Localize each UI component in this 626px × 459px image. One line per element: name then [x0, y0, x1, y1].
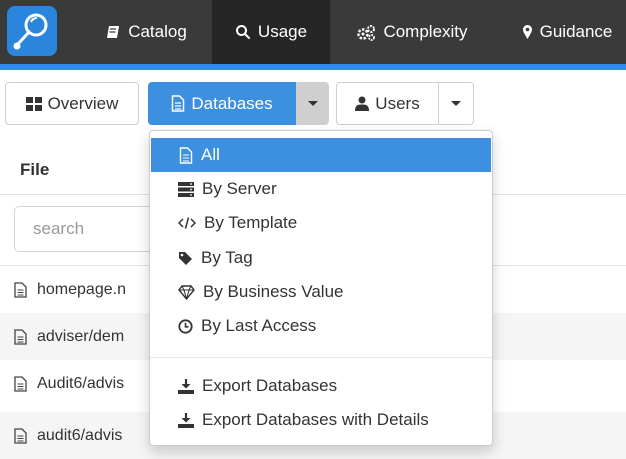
- menu-item-label: By Tag: [201, 248, 253, 267]
- databases-button[interactable]: Databases: [148, 82, 296, 125]
- menu-item-label: Export Databases: [202, 376, 338, 395]
- file-icon: [14, 328, 27, 345]
- navbar-accent-strip: [0, 64, 626, 70]
- nav-complexity[interactable]: Complexity: [336, 0, 488, 64]
- app-logo[interactable]: [7, 6, 57, 56]
- overview-button[interactable]: Overview: [5, 82, 139, 125]
- nav-catalog-label: Catalog: [128, 22, 187, 41]
- file-icon: [14, 375, 27, 392]
- download-icon: [178, 412, 194, 428]
- nav-guidance-label: Guidance: [539, 22, 613, 41]
- file-icon: [14, 427, 27, 444]
- menu-item-export-databases-with-details[interactable]: Export Databases with Details: [150, 403, 492, 437]
- menu-divider: [150, 357, 492, 358]
- search-icon: [235, 25, 250, 39]
- search-magnifier-logo-icon: [13, 13, 48, 50]
- nav-usage-label: Usage: [257, 22, 308, 41]
- databases-button-label: Databases: [191, 93, 273, 113]
- menu-item-label: By Template: [204, 213, 298, 232]
- file-icon: [179, 146, 193, 164]
- users-button-label: Users: [375, 93, 420, 113]
- menu-item-by-server[interactable]: By Server: [150, 172, 492, 206]
- menu-item-by-business-value[interactable]: By Business Value: [150, 275, 492, 309]
- menu-item-export-databases[interactable]: Export Databases: [150, 369, 492, 403]
- menu-item-all[interactable]: All: [151, 138, 491, 172]
- download-icon: [178, 378, 194, 394]
- tag-icon: [179, 251, 192, 265]
- databases-dropdown-toggle[interactable]: [296, 82, 329, 125]
- map-marker-icon: [522, 25, 532, 39]
- cogs-icon: [357, 24, 376, 41]
- menu-item-by-tag[interactable]: By Tag: [150, 241, 492, 275]
- nav-catalog[interactable]: Catalog: [86, 0, 206, 64]
- overview-button-label: Overview: [47, 93, 119, 113]
- users-button[interactable]: Users: [336, 82, 439, 125]
- menu-item-by-template[interactable]: By Template: [150, 206, 492, 240]
- grid-icon: [25, 96, 42, 111]
- nav-guidance[interactable]: Guidance: [508, 0, 626, 64]
- server-icon: [178, 181, 194, 197]
- users-dropdown-toggle[interactable]: [438, 82, 474, 125]
- nav-complexity-label: Complexity: [383, 22, 468, 41]
- file-name: Audit6/advis: [37, 374, 125, 392]
- menu-item-label: By Last Access: [201, 316, 317, 335]
- book-icon: [107, 26, 120, 38]
- menu-item-label: Export Databases with Details: [202, 410, 429, 429]
- menu-item-by-last-access[interactable]: By Last Access: [150, 309, 492, 343]
- file-name: homepage.n: [37, 280, 126, 298]
- file-icon: [14, 281, 27, 298]
- clock-icon: [178, 318, 193, 334]
- menu-item-label: All: [201, 145, 220, 164]
- file-icon: [172, 95, 185, 112]
- menu-item-label: By Business Value: [203, 282, 344, 301]
- databases-dropdown-menu: All By Server By Template By Tag By Busi…: [149, 130, 493, 446]
- user-icon: [355, 96, 370, 111]
- menu-item-label: By Server: [202, 179, 277, 198]
- caret-down-icon: [451, 101, 461, 106]
- file-name: audit6/advis: [37, 426, 123, 444]
- caret-down-icon: [307, 101, 318, 106]
- diamond-icon: [178, 284, 195, 300]
- file-name: adviser/dem: [37, 327, 125, 345]
- code-icon: [178, 217, 196, 229]
- file-column-header[interactable]: File: [20, 160, 49, 180]
- nav-usage[interactable]: Usage: [212, 0, 330, 64]
